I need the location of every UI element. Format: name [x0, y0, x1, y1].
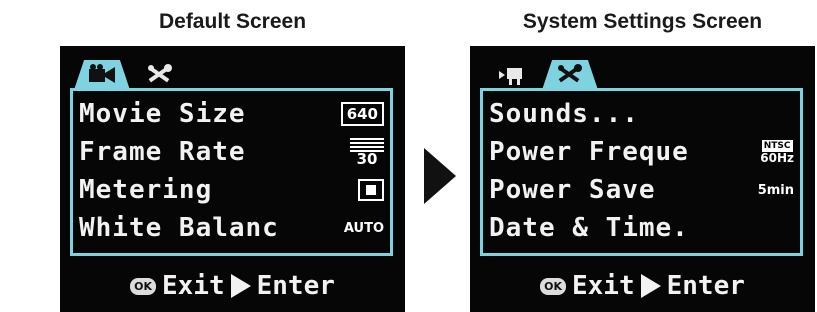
tab-movie[interactable]	[74, 60, 130, 90]
menu-item-label: White Balanc	[79, 213, 279, 243]
menu-item-label: Power Freque	[489, 137, 689, 167]
tab-movie[interactable]	[484, 60, 540, 90]
exit-hint: Exit	[571, 271, 635, 301]
tools-icon	[558, 64, 582, 83]
footer-hint: OK Exit Enter	[60, 266, 405, 306]
resolution-icon: 640	[340, 102, 384, 126]
tools-icon	[148, 64, 172, 83]
menu-item-power-save[interactable]: Power Save 5min	[489, 171, 794, 209]
enter-hint: Enter	[666, 271, 745, 301]
menu-item-label: Date & Time.	[489, 213, 689, 243]
menu-item-metering[interactable]: Metering	[79, 171, 384, 209]
menu-item-label: Sounds...	[489, 99, 639, 129]
frame-rate-value: 30	[356, 150, 378, 168]
ok-button-icon: OK	[130, 277, 156, 295]
frequency-value: 60Hz	[760, 151, 794, 165]
arrow-right-icon	[424, 148, 456, 204]
power-save-value: 5min	[757, 182, 794, 198]
menu-panel: Sounds... Power Freque NTSC 60Hz Power S…	[480, 88, 803, 256]
system-settings-caption: System Settings Screen	[522, 10, 763, 33]
menu-item-label: Metering	[79, 175, 213, 205]
default-screen-caption: Default Screen	[158, 10, 307, 33]
enter-hint: Enter	[256, 271, 335, 301]
movie-camera-icon	[89, 64, 115, 83]
menu-item-power-frequency[interactable]: Power Freque NTSC 60Hz	[489, 133, 794, 171]
menu-item-white-balance[interactable]: White Balanc AUTO	[79, 209, 384, 247]
default-screen: Movie Size 640 Frame Rate 30 Metering Wh…	[60, 46, 405, 312]
menu-item-label: Movie Size	[79, 99, 246, 129]
menu-panel: Movie Size 640 Frame Rate 30 Metering Wh…	[70, 88, 393, 256]
menu-item-label: Power Save	[489, 175, 656, 205]
white-balance-icon: AUTO	[343, 220, 384, 236]
exit-hint: Exit	[161, 271, 225, 301]
footer-hint: OK Exit Enter	[470, 266, 815, 306]
menu-item-movie-size[interactable]: Movie Size 640	[79, 95, 384, 133]
tab-settings[interactable]	[542, 60, 598, 90]
tab-bar	[74, 54, 284, 90]
frame-rate-icon: 30	[350, 138, 384, 168]
menu-item-label: Frame Rate	[79, 137, 246, 167]
system-settings-screen: Sounds... Power Freque NTSC 60Hz Power S…	[470, 46, 815, 312]
movie-camera-icon	[499, 68, 522, 85]
tab-bar	[484, 54, 694, 90]
spot-metering-icon	[358, 179, 384, 201]
ok-button-icon: OK	[540, 277, 566, 295]
menu-item-frame-rate[interactable]: Frame Rate 30	[79, 133, 384, 171]
tab-settings[interactable]	[132, 60, 188, 90]
power-frequency-icon: NTSC 60Hz	[760, 140, 794, 164]
menu-item-sounds[interactable]: Sounds...	[489, 95, 794, 133]
play-icon	[640, 274, 661, 298]
play-icon	[230, 274, 251, 298]
menu-item-date-time[interactable]: Date & Time.	[489, 209, 794, 247]
